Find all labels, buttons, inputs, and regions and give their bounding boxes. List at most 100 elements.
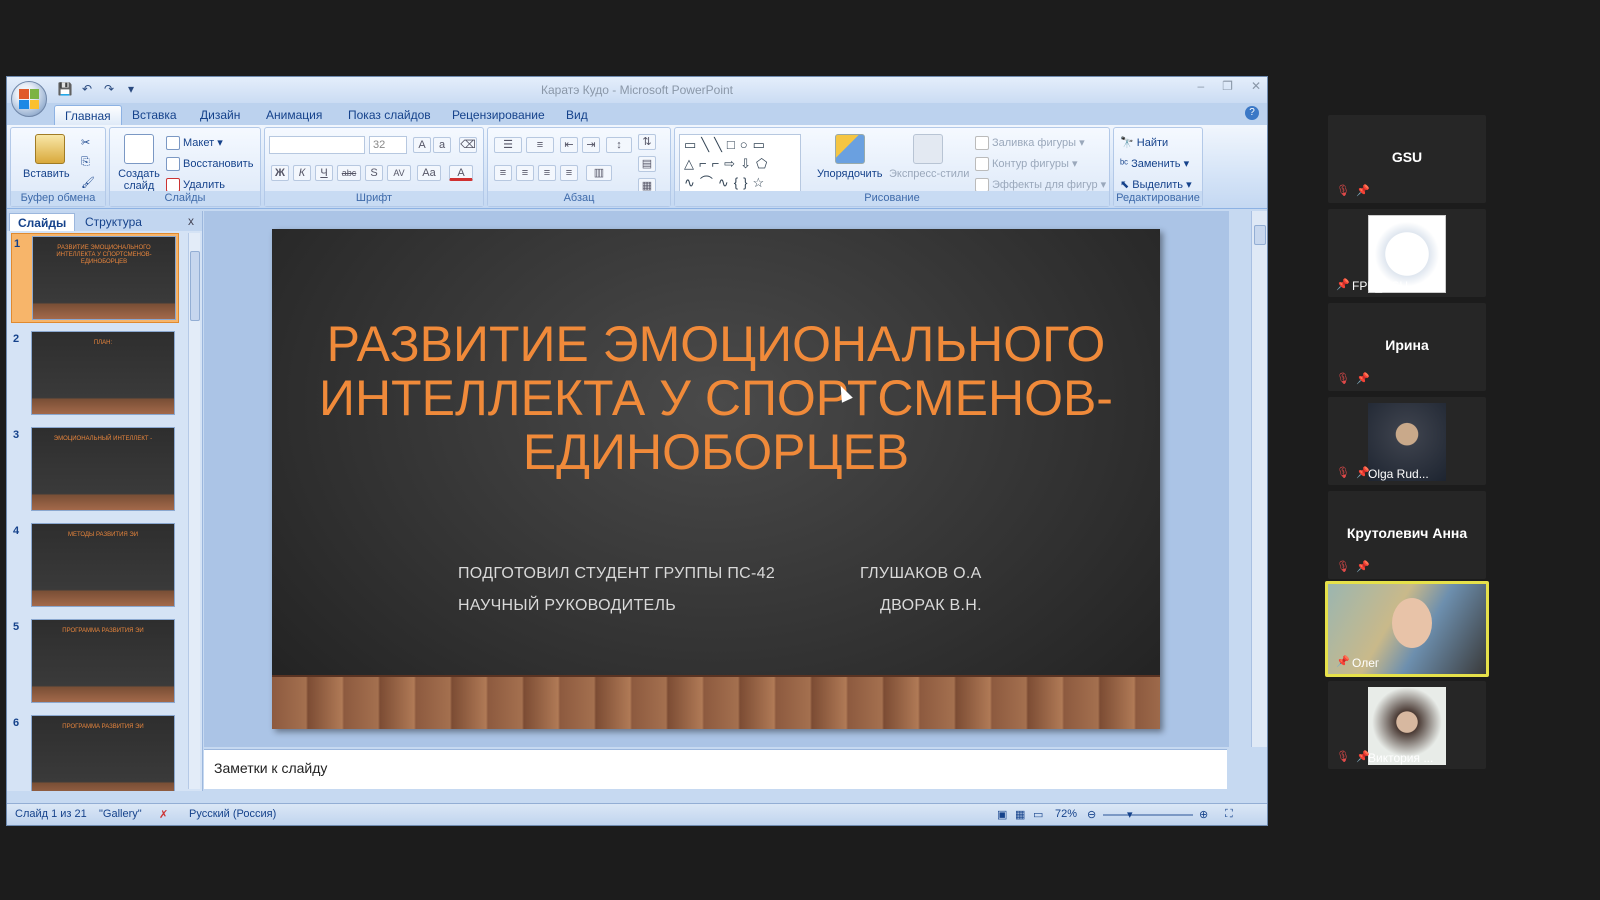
close-panel-button[interactable]: x — [188, 214, 194, 228]
participant-tile[interactable]: Ирина 🎙 📌 — [1328, 303, 1486, 391]
font-size-select[interactable]: 32 — [369, 136, 407, 154]
font-color-button[interactable]: A — [449, 165, 473, 181]
cut-icon[interactable]: ✂ — [81, 136, 90, 149]
shrink-font-icon[interactable]: a — [433, 137, 451, 153]
participant-tile[interactable]: GSU 🎙 📌 — [1328, 115, 1486, 203]
normal-view-icon[interactable]: ▣ — [997, 808, 1007, 821]
advisor-name[interactable]: ДВОРАК В.Н. — [880, 597, 982, 615]
justify-icon[interactable]: ≡ — [560, 165, 578, 181]
reset-button[interactable]: Восстановить — [166, 157, 253, 171]
thumbnail-scrollbar[interactable] — [188, 233, 200, 789]
sorter-view-icon[interactable]: ▦ — [1015, 808, 1025, 821]
slideshow-view-icon[interactable]: ▭ — [1033, 808, 1043, 821]
tab-view[interactable]: Вид — [556, 105, 598, 125]
underline-button[interactable]: Ч — [315, 165, 333, 181]
shapes-gallery[interactable]: ▭╲╲□○▭ △⌐⌐⇨⇩⬠ ∿⌒∿{}☆ — [679, 134, 801, 192]
office-button[interactable] — [11, 81, 47, 117]
numbering-icon[interactable]: ≡ — [526, 137, 554, 153]
tab-outline[interactable]: Структура — [77, 213, 150, 231]
delete-slide-button[interactable]: Удалить — [166, 178, 225, 192]
tab-home[interactable]: Главная — [54, 105, 122, 125]
scroll-thumb[interactable] — [190, 251, 200, 321]
zoom-level[interactable]: 72% — [1055, 808, 1077, 820]
participant-tile-active[interactable]: 📌 Олег — [1325, 581, 1489, 677]
align-center-icon[interactable]: ≡ — [516, 165, 534, 181]
fit-window-icon[interactable]: ⛶ — [1225, 808, 1233, 821]
zoom-slider[interactable] — [1103, 814, 1193, 816]
align-text-icon[interactable]: ▤ — [638, 156, 656, 172]
select-button[interactable]: ⬉ Выделить ▾ — [1120, 178, 1192, 191]
minimize-button[interactable]: – — [1197, 79, 1204, 93]
slide-thumbnail[interactable]: 5 ПРОГРАММА РАЗВИТИЯ ЭИ — [11, 617, 179, 707]
clear-format-icon[interactable]: ⌫ — [459, 137, 477, 153]
pin-icon[interactable]: 📌 — [1356, 560, 1370, 573]
paste-icon[interactable] — [35, 134, 65, 164]
align-left-icon[interactable]: ≡ — [494, 165, 512, 181]
shape-outline-button[interactable]: Контур фигуры ▾ — [975, 157, 1078, 172]
strike-button[interactable]: abc — [337, 165, 361, 181]
tab-review[interactable]: Рецензирование — [442, 105, 555, 125]
quick-styles-icon[interactable] — [913, 134, 943, 164]
decrease-indent-icon[interactable]: ⇤ — [560, 137, 578, 153]
format-painter-icon[interactable]: 🖌 — [81, 176, 95, 189]
slide-thumbnail[interactable]: 3 ЭМОЦИОНАЛЬНЫЙ ИНТЕЛЛЕКТ - — [11, 425, 179, 515]
shape-effects-button[interactable]: Эффекты для фигур ▾ — [975, 178, 1106, 193]
pin-icon[interactable]: 📌 — [1356, 372, 1370, 385]
quick-styles-button[interactable]: Экспресс-стили — [889, 168, 969, 180]
italic-button[interactable]: К — [293, 165, 311, 181]
participant-tile[interactable]: 🎙 📌 Виктория ... — [1328, 681, 1486, 769]
scroll-thumb[interactable] — [1254, 225, 1266, 245]
tab-design[interactable]: Дизайн — [190, 105, 250, 125]
slide-canvas[interactable]: РАЗВИТИЕ ЭМОЦИОНАЛЬНОГО ИНТЕЛЛЕКТА У СПО… — [272, 229, 1160, 729]
line-spacing-icon[interactable]: ↕ — [606, 137, 632, 153]
participant-tile[interactable]: 📌 FPP_GSU — [1328, 209, 1486, 297]
participant-tile[interactable]: Крутолевич Анна 🎙 📌 — [1328, 491, 1486, 579]
columns-icon[interactable]: ▥ — [586, 165, 612, 181]
paste-button[interactable]: Вставить — [23, 168, 70, 180]
change-case-button[interactable]: Aa — [417, 165, 441, 181]
tab-animation[interactable]: Анимация — [256, 105, 332, 125]
spellcheck-icon[interactable]: ✗ — [159, 808, 168, 821]
advisor-label[interactable]: НАУЧНЫЙ РУКОВОДИТЕЛЬ — [458, 597, 676, 615]
zoom-slider-thumb[interactable]: ▾ — [1127, 808, 1133, 821]
restore-button[interactable]: ❐ — [1222, 79, 1233, 93]
zoom-in-icon[interactable]: ⊕ — [1199, 808, 1208, 821]
pin-icon[interactable]: 📌 — [1356, 184, 1370, 197]
pin-icon[interactable]: 📌 — [1336, 278, 1350, 291]
new-slide-button[interactable]: Создать слайд — [116, 168, 162, 192]
slide-title[interactable]: РАЗВИТИЕ ЭМОЦИОНАЛЬНОГО ИНТЕЛЛЕКТА У СПО… — [292, 317, 1140, 479]
grow-font-icon[interactable]: A — [413, 137, 431, 153]
bullets-icon[interactable]: ☰ — [494, 137, 522, 153]
tab-slides[interactable]: Слайды — [9, 213, 76, 231]
replace-button[interactable]: ᵇᶜ Заменить ▾ — [1120, 157, 1189, 170]
close-button[interactable]: ✕ — [1251, 79, 1261, 93]
language-indicator[interactable]: Русский (Россия) — [189, 808, 276, 820]
bold-button[interactable]: Ж — [271, 165, 289, 181]
char-spacing-button[interactable]: AV — [387, 165, 411, 181]
slide-thumbnail[interactable]: 2 ПЛАН: — [11, 329, 179, 419]
align-right-icon[interactable]: ≡ — [538, 165, 556, 181]
find-button[interactable]: 🔭 Найти — [1120, 136, 1168, 149]
slide-scrollbar[interactable] — [1251, 211, 1267, 747]
author-name[interactable]: ГЛУШАКОВ О.А — [860, 565, 982, 583]
tab-insert[interactable]: Вставка — [122, 105, 187, 125]
new-slide-icon[interactable] — [124, 134, 154, 164]
slide-thumbnail[interactable]: 1 РАЗВИТИЕ ЭМОЦИОНАЛЬНОГО ИНТЕЛЛЕКТА У С… — [11, 233, 179, 323]
author-label[interactable]: ПОДГОТОВИЛ СТУДЕНТ ГРУППЫ ПС-42 — [458, 565, 775, 583]
participant-tile[interactable]: 🎙 📌 Olga Rud... — [1328, 397, 1486, 485]
arrange-button[interactable]: Упорядочить — [817, 168, 882, 180]
tab-slideshow[interactable]: Показ слайдов — [338, 105, 441, 125]
help-icon[interactable]: ? — [1245, 106, 1259, 120]
slide-thumbnail[interactable]: 4 МЕТОДЫ РАЗВИТИЯ ЭИ — [11, 521, 179, 611]
zoom-out-icon[interactable]: ⊖ — [1087, 808, 1096, 821]
slide-thumbnail[interactable]: 6 ПРОГРАММА РАЗВИТИЯ ЭИ — [11, 713, 179, 791]
shadow-button[interactable]: S — [365, 165, 383, 181]
pin-icon[interactable]: 📌 — [1336, 655, 1350, 668]
arrange-icon[interactable] — [835, 134, 865, 164]
text-direction-icon[interactable]: ⇅ — [638, 134, 656, 150]
copy-icon[interactable]: ⎘ — [81, 156, 90, 169]
font-name-select[interactable] — [269, 136, 365, 154]
increase-indent-icon[interactable]: ⇥ — [582, 137, 600, 153]
shape-fill-button[interactable]: Заливка фигуры ▾ — [975, 136, 1085, 151]
layout-button[interactable]: Макет ▾ — [166, 136, 223, 151]
